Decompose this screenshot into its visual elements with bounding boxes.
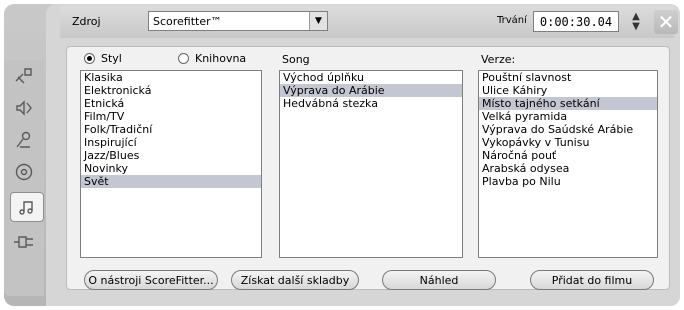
source-dropdown[interactable]: Scorefitter™ ▼ — [148, 11, 328, 31]
library-radio[interactable]: Knihovna — [178, 52, 246, 65]
list-item[interactable]: Etnická — [81, 97, 261, 110]
close-button[interactable]: ✕ — [654, 10, 678, 34]
style-list[interactable]: Klasika Elektronická Etnická Film/TV Folk/Tr… — [80, 70, 262, 258]
list-item[interactable]: Elektronická — [81, 84, 261, 97]
plug-icon[interactable] — [8, 228, 40, 256]
style-radio[interactable]: Styl — [84, 52, 122, 65]
list-item[interactable]: Plavba po Nilu — [479, 175, 657, 188]
spin-down-icon[interactable]: ▼ — [632, 22, 640, 32]
list-item[interactable]: Jazz/Blues — [81, 149, 261, 162]
list-item[interactable]: Klasika — [81, 71, 261, 84]
song-list[interactable]: Východ úplňku Výprava do Arábie Hedvábná s… — [279, 70, 463, 258]
source-value: Scorefitter™ — [153, 15, 222, 28]
list-item[interactable]: Folk/Tradiční — [81, 123, 261, 136]
radio-selected-icon — [84, 53, 95, 64]
close-icon: ✕ — [657, 10, 675, 34]
about-scorefitter-button[interactable]: O nástroji ScoreFitter... — [84, 270, 218, 290]
list-item[interactable]: Výprava do Saúdské Arábie — [479, 123, 657, 136]
music-icon[interactable] — [10, 192, 44, 222]
list-item[interactable]: Hedvábná stezka — [280, 97, 462, 110]
library-radio-label: Knihovna — [195, 52, 247, 65]
disc-icon[interactable] — [8, 158, 40, 186]
version-column-label: Verze: — [481, 53, 516, 66]
chevron-down-icon[interactable]: ▼ — [309, 12, 327, 30]
list-item[interactable]: Východ úplňku — [280, 71, 462, 84]
duration-spinner[interactable]: ▲ ▼ — [629, 10, 643, 34]
list-item[interactable]: Ulice Káhiry — [479, 84, 657, 97]
narration-icon[interactable] — [8, 126, 40, 154]
preview-button[interactable]: Náhled — [382, 270, 496, 290]
list-item[interactable]: Pouštní slavnost — [479, 71, 657, 84]
version-list[interactable]: Pouštní slavnost Ulice Káhiry Místo tajnéh… — [478, 70, 658, 258]
audio-volume-icon[interactable] — [8, 94, 40, 122]
song-column-label: Song — [282, 53, 310, 66]
style-radio-label: Styl — [101, 52, 122, 65]
trim-icon[interactable] — [8, 62, 40, 90]
list-item[interactable]: Film/TV — [81, 110, 261, 123]
list-item[interactable]: Inspirující — [81, 136, 261, 149]
source-label: Zdroj — [72, 15, 101, 28]
list-item[interactable]: Velká pyramida — [479, 110, 657, 123]
list-item[interactable]: Vykopávky v Tunisu — [479, 136, 657, 149]
list-item[interactable]: Svět — [81, 175, 261, 188]
list-item[interactable]: Výprava do Arábie — [280, 84, 462, 97]
list-item[interactable]: Náročná pouť — [479, 149, 657, 162]
get-more-songs-button[interactable]: Získat další skladby — [231, 270, 359, 290]
audio-tool-window: Zdroj Scorefitter™ ▼ Trvání 0:00:30.04 ▲… — [0, 0, 684, 310]
duration-label: Trvání — [497, 15, 527, 26]
list-item[interactable]: Arabská odysea — [479, 162, 657, 175]
add-to-movie-button[interactable]: Přidat do filmu — [530, 270, 654, 290]
list-item[interactable]: Místo tajného setkání — [479, 97, 657, 110]
radio-unselected-icon — [178, 53, 189, 64]
duration-field[interactable]: 0:00:30.04 — [533, 11, 619, 32]
list-item[interactable]: Novinky — [81, 162, 261, 175]
